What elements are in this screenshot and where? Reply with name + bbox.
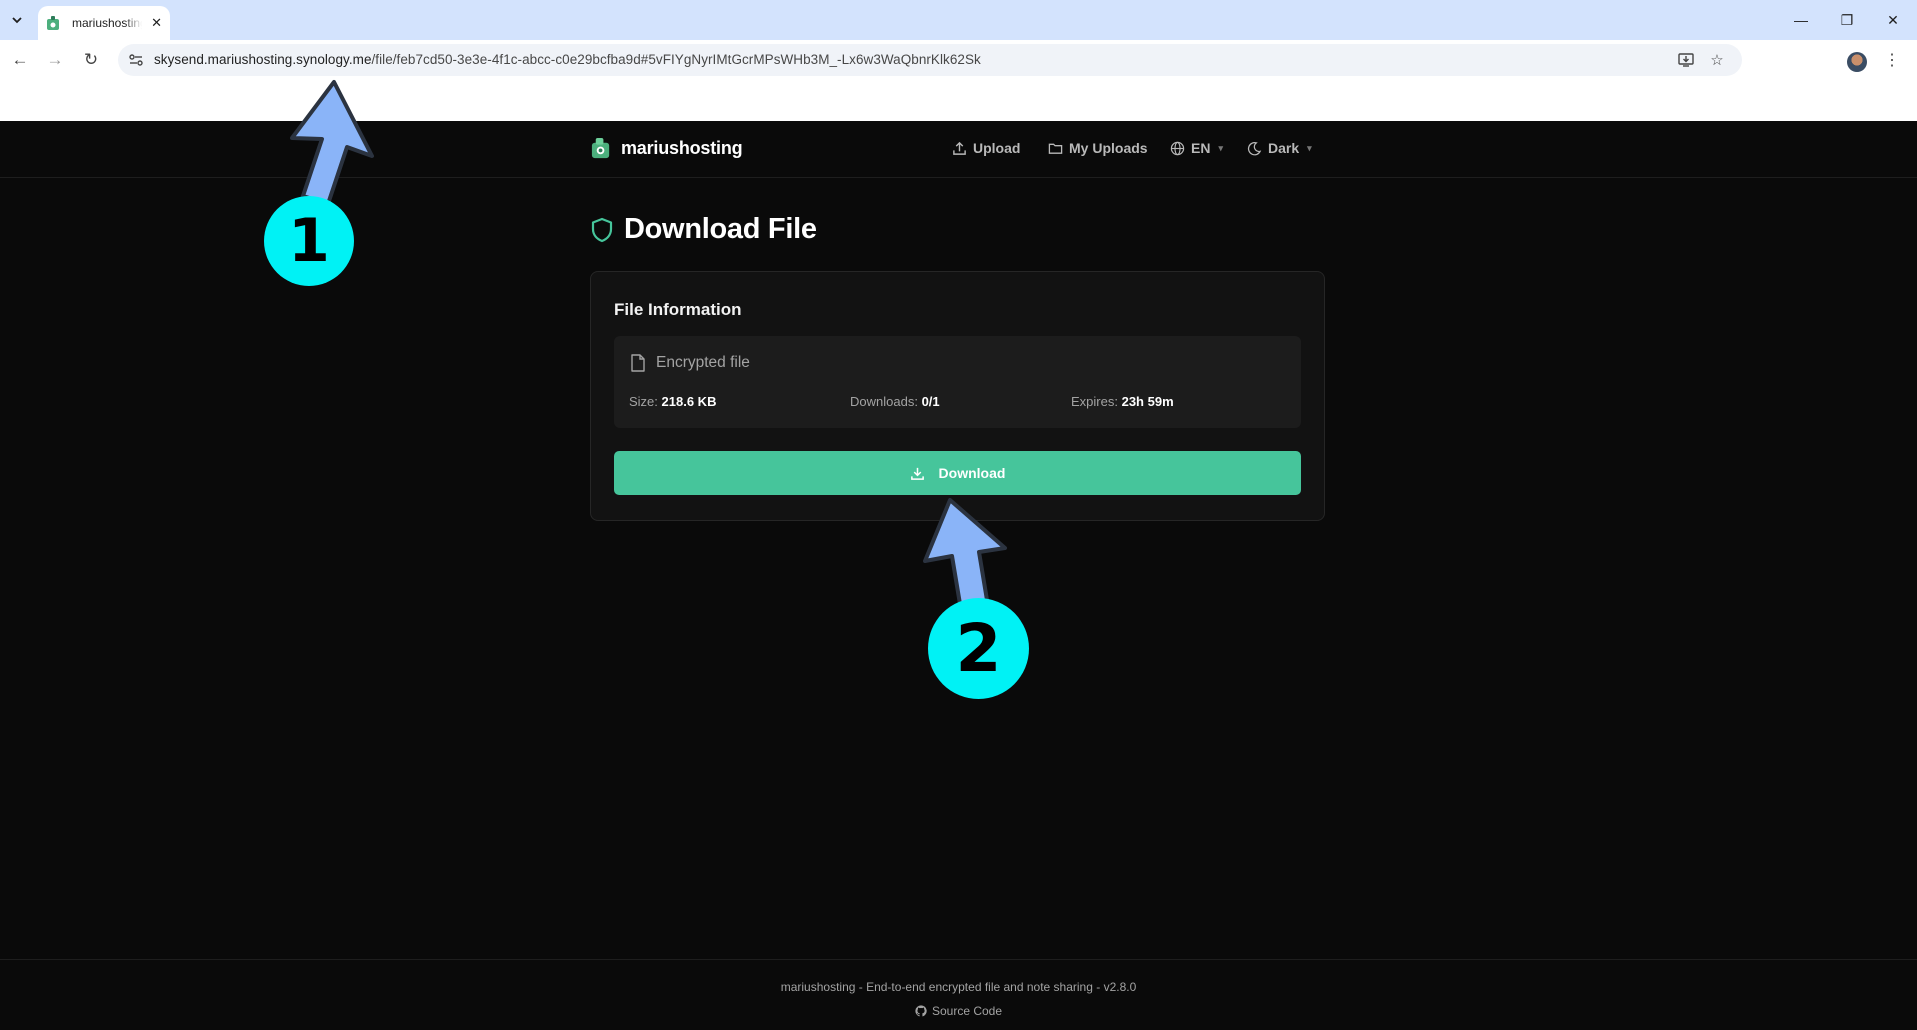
file-info-card: File Information Encrypted file Size: 21… xyxy=(590,271,1325,521)
app-footer: mariushosting - End-to-end encrypted fil… xyxy=(0,959,1917,1030)
site-info-icon[interactable] xyxy=(128,52,144,68)
tab-title: mariushosting xyxy=(72,16,142,30)
globe-icon xyxy=(1170,141,1185,155)
language-selector[interactable]: EN ▾ xyxy=(1170,140,1223,156)
downloads-label: Downloads: xyxy=(850,394,918,409)
chevron-down-icon: ▾ xyxy=(1218,142,1223,153)
file-icon xyxy=(631,354,645,372)
folder-icon xyxy=(1048,143,1063,154)
download-button[interactable]: Download xyxy=(614,451,1301,495)
minimize-icon[interactable]: — xyxy=(1789,8,1813,32)
nav-upload-label: Upload xyxy=(973,140,1021,156)
moon-icon xyxy=(1247,141,1262,155)
expires-label: Expires: xyxy=(1071,394,1118,409)
footer-text: mariushosting - End-to-end encrypted fil… xyxy=(780,980,1137,994)
download-icon xyxy=(910,467,924,480)
page-title-row: Download File xyxy=(590,213,817,246)
page-top-strip xyxy=(0,80,1917,121)
github-icon xyxy=(915,1005,927,1017)
url-host: skysend.mariushosting.synology.me xyxy=(154,52,372,67)
browser-tab-strip: mariushosting ✕ — ❐ ✕ xyxy=(0,0,1917,40)
brand-link[interactable]: mariushosting xyxy=(590,137,743,160)
site-favicon-icon xyxy=(47,16,59,30)
tab-search-chevron-icon[interactable] xyxy=(6,9,28,31)
nav-my-uploads-label: My Uploads xyxy=(1069,140,1148,156)
app-header: mariushosting Upload My Uploads EN ▾ Dar… xyxy=(0,121,1917,178)
file-expires: Expires: 23h 59m xyxy=(1071,394,1174,409)
nav-my-uploads[interactable]: My Uploads xyxy=(1048,140,1148,156)
nav-upload[interactable]: Upload xyxy=(952,140,1020,156)
expires-value: 23h 59m xyxy=(1121,394,1174,409)
downloads-value: 0/1 xyxy=(921,394,940,409)
file-downloads: Downloads: 0/1 xyxy=(850,394,940,409)
install-app-icon[interactable] xyxy=(1676,50,1696,70)
file-size: Size: 218.6 KB xyxy=(629,394,716,409)
url-text: skysend.mariushosting.synology.me/file/f… xyxy=(154,52,981,67)
window-close-icon[interactable]: ✕ xyxy=(1881,8,1905,32)
browser-tab[interactable]: mariushosting ✕ xyxy=(38,6,170,40)
page-title: Download File xyxy=(624,213,817,245)
address-bar[interactable]: skysend.mariushosting.synology.me/file/f… xyxy=(118,44,1742,76)
download-button-label: Download xyxy=(938,465,1006,481)
url-path: /file/feb7cd50-3e3e-4f1c-abcc-c0e29bcfba… xyxy=(371,52,981,67)
browser-toolbar: ← → ↻ skysend.mariushosting.synology.me/… xyxy=(0,40,1917,120)
language-label: EN xyxy=(1191,140,1211,156)
shield-icon xyxy=(591,217,613,242)
tab-close-icon[interactable]: ✕ xyxy=(151,15,162,31)
source-code-label: Source Code xyxy=(931,1004,1003,1018)
upload-icon xyxy=(953,141,966,155)
theme-selector[interactable]: Dark ▾ xyxy=(1247,140,1312,156)
theme-label: Dark xyxy=(1268,140,1300,156)
annotation-step-1: 1 xyxy=(264,196,354,286)
brand-logo-icon xyxy=(591,137,610,159)
annotation-step-2: 2 xyxy=(928,598,1029,699)
browser-menu-icon[interactable]: ⋮ xyxy=(1884,50,1900,70)
reload-icon[interactable]: ↻ xyxy=(79,48,103,72)
forward-icon[interactable]: → xyxy=(43,48,67,72)
size-value: 218.6 KB xyxy=(661,394,717,409)
file-name: Encrypted file xyxy=(656,354,750,371)
file-row: Encrypted file xyxy=(630,354,750,372)
brand-name: mariushosting xyxy=(621,138,743,158)
back-icon[interactable]: ← xyxy=(8,48,32,72)
profile-avatar[interactable] xyxy=(1847,52,1867,72)
source-code-link[interactable]: Source Code xyxy=(0,1004,1917,1018)
bookmark-star-icon[interactable]: ☆ xyxy=(1707,50,1727,70)
restore-icon[interactable]: ❐ xyxy=(1835,8,1859,32)
size-label: Size: xyxy=(629,394,658,409)
chevron-down-icon: ▾ xyxy=(1307,142,1312,153)
file-info-box: Encrypted file Size: 218.6 KB Downloads:… xyxy=(614,336,1301,428)
card-title: File Information xyxy=(614,300,742,319)
